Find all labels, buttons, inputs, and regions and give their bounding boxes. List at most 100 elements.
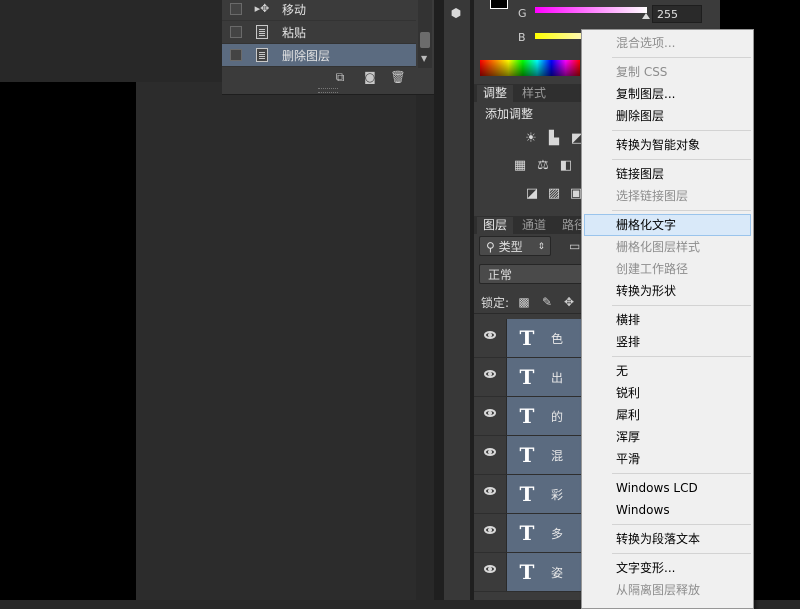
menu-separator xyxy=(612,159,751,160)
menu-item[interactable]: 横排 xyxy=(584,309,751,331)
eye-icon xyxy=(484,409,496,417)
image-filter-icon[interactable]: ▭ xyxy=(569,239,580,253)
camera-snapshot-icon[interactable]: ◙ xyxy=(362,70,378,84)
visibility-toggle[interactable] xyxy=(474,553,507,591)
text-layer-icon: T xyxy=(519,326,535,350)
menu-item[interactable]: 混合选项... xyxy=(584,32,751,54)
menu-item[interactable]: 平滑 xyxy=(584,448,751,470)
visibility-toggle[interactable] xyxy=(474,514,507,552)
menu-item[interactable]: 犀利 xyxy=(584,404,751,426)
menu-item[interactable]: 转换为形状 xyxy=(584,280,751,302)
green-value-field[interactable]: 255 xyxy=(652,5,702,23)
text-layer-icon: T xyxy=(519,482,535,506)
menu-separator xyxy=(612,473,751,474)
tab-adjustments[interactable]: 调整 xyxy=(477,85,514,102)
menu-item[interactable]: 转换为智能对象 xyxy=(584,134,751,156)
menu-item[interactable]: 复制图层... xyxy=(584,83,751,105)
visibility-toggle[interactable] xyxy=(474,436,507,474)
menu-item[interactable]: 复制 CSS xyxy=(584,61,751,83)
blend-mode-select[interactable]: 正常 xyxy=(479,264,589,284)
eye-icon xyxy=(484,448,496,456)
text-layer-icon: T xyxy=(519,365,535,389)
menu-item[interactable]: 栅格化文字 xyxy=(584,214,751,236)
hue-saturation-icon[interactable]: ▦ xyxy=(512,159,528,173)
blend-mode-value: 正常 xyxy=(488,268,513,282)
history-source-checkbox[interactable] xyxy=(230,49,242,61)
menu-item[interactable]: 创建工作路径 xyxy=(584,258,751,280)
tab-channels[interactable]: 通道 xyxy=(516,217,552,234)
collapsed-panel-dock xyxy=(444,0,470,600)
lock-image-pixels-icon[interactable]: ✎ xyxy=(540,295,554,309)
layer-filter-kind-select[interactable]: ⚲ 类型 ⇕ xyxy=(479,236,551,256)
visibility-toggle[interactable] xyxy=(474,319,507,357)
menu-separator xyxy=(612,210,751,211)
select-arrows-icon: ⇕ xyxy=(537,242,545,252)
brightness-icon[interactable]: ☀ xyxy=(523,132,539,146)
scroll-down-arrow-icon[interactable]: ▼ xyxy=(421,54,427,63)
document-icon xyxy=(256,25,268,39)
layer-name: 色 xyxy=(551,332,564,346)
layer-name: 出 xyxy=(551,371,564,385)
history-item-move[interactable]: ▸✥ 移动 xyxy=(222,0,416,21)
new-document-from-state-icon[interactable]: ⧉ xyxy=(332,70,348,84)
text-layer-icon: T xyxy=(519,443,535,467)
color-balance-icon[interactable]: ⚖ xyxy=(535,159,551,173)
history-item-delete-layer[interactable]: 删除图层 xyxy=(222,44,416,67)
history-item-paste[interactable]: 粘贴 xyxy=(222,21,416,44)
slider-knob-icon[interactable] xyxy=(642,13,650,19)
3d-cube-icon[interactable]: ⬢ xyxy=(447,6,465,22)
menu-item[interactable]: 无 xyxy=(584,360,751,382)
history-source-checkbox[interactable] xyxy=(230,3,242,15)
menu-separator xyxy=(612,356,751,357)
tab-layers[interactable]: 图层 xyxy=(477,217,514,234)
history-toolbar: ⧉ ◙ 🗑 xyxy=(222,68,434,88)
history-item-label: 粘贴 xyxy=(282,26,307,40)
layer-name: 彩 xyxy=(551,488,564,502)
panel-resize-grip[interactable] xyxy=(318,88,338,93)
history-item-label: 移动 xyxy=(282,3,307,17)
lock-transparent-pixels-icon[interactable]: ▩ xyxy=(517,295,531,309)
foreground-color-swatch[interactable] xyxy=(490,0,508,9)
menu-item[interactable]: Windows xyxy=(584,499,751,521)
menu-item[interactable]: 栅格化图层样式 xyxy=(584,236,751,258)
layer-name: 多 xyxy=(551,527,564,541)
menu-item[interactable]: 浑厚 xyxy=(584,426,751,448)
canvas-pasteboard[interactable] xyxy=(136,82,416,600)
visibility-toggle[interactable] xyxy=(474,397,507,435)
gradient-map-icon[interactable]: ▨ xyxy=(546,187,562,201)
menu-item[interactable]: 锐利 xyxy=(584,382,751,404)
menu-separator xyxy=(612,524,751,525)
black-white-icon[interactable]: ◧ xyxy=(558,159,574,173)
history-scroll-thumb[interactable] xyxy=(420,32,430,48)
color-spectrum-shade xyxy=(480,60,580,76)
menu-separator xyxy=(612,130,751,131)
visibility-toggle[interactable] xyxy=(474,358,507,396)
blue-slider-track[interactable] xyxy=(535,33,585,39)
menu-item[interactable]: 文字变形... xyxy=(584,557,751,579)
history-item-label: 删除图层 xyxy=(282,49,331,63)
canvas-black-region[interactable] xyxy=(0,82,136,600)
menu-item[interactable]: 竖排 xyxy=(584,331,751,353)
trash-icon[interactable]: 🗑 xyxy=(390,70,406,84)
menu-item[interactable]: 删除图层 xyxy=(584,105,751,127)
filter-kind-value: 类型 xyxy=(498,240,523,254)
document-icon xyxy=(256,48,268,62)
history-source-checkbox[interactable] xyxy=(230,26,242,38)
text-layer-icon: T xyxy=(519,404,535,428)
menu-item[interactable]: 选择链接图层 xyxy=(584,185,751,207)
green-slider-track[interactable] xyxy=(535,7,647,13)
menu-item[interactable]: 链接图层 xyxy=(584,163,751,185)
menu-separator xyxy=(612,57,751,58)
levels-icon[interactable]: ▙ xyxy=(546,132,562,146)
visibility-toggle[interactable] xyxy=(474,475,507,513)
layer-name: 姿 xyxy=(551,566,564,580)
eye-icon xyxy=(484,565,496,573)
layer-name: 的 xyxy=(551,410,564,424)
lock-position-icon[interactable]: ✥ xyxy=(562,295,576,309)
channel-g-label: G xyxy=(518,7,527,20)
menu-item[interactable]: Windows LCD xyxy=(584,477,751,499)
menu-item[interactable]: 转换为段落文本 xyxy=(584,528,751,550)
invert-icon[interactable]: ◪ xyxy=(524,187,540,201)
menu-item[interactable]: 从隔离图层释放 xyxy=(584,579,751,601)
tab-styles[interactable]: 样式 xyxy=(516,85,552,102)
